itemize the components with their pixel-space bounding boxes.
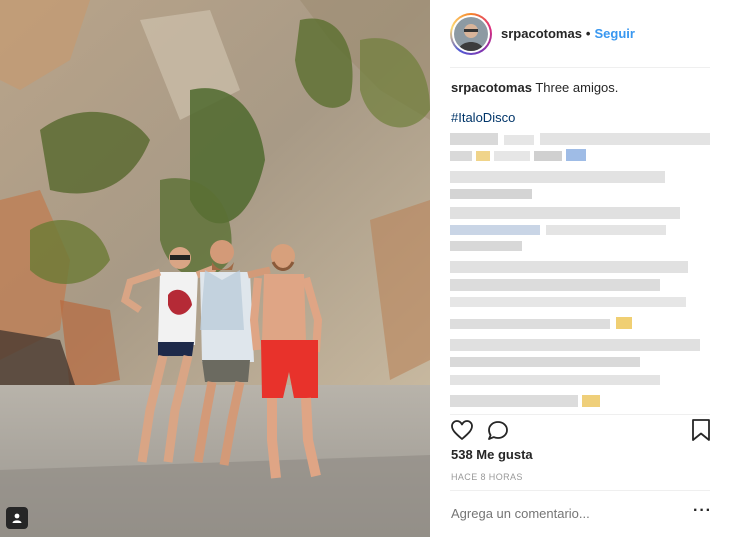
like-button[interactable]	[450, 418, 474, 447]
like-count[interactable]: 538 Me gusta	[451, 447, 533, 462]
save-button[interactable]	[690, 418, 712, 447]
tagged-people-button[interactable]	[6, 507, 28, 529]
post-panel: srpacotomas • Seguir srpacotomas Three a…	[430, 0, 730, 537]
comment-input[interactable]	[451, 506, 656, 521]
post-header: srpacotomas • Seguir	[430, 0, 730, 67]
follow-button[interactable]: Seguir	[594, 26, 634, 41]
heart-icon	[451, 420, 473, 440]
header-username[interactable]: srpacotomas	[501, 26, 582, 41]
post-caption: srpacotomas Three amigos.	[451, 79, 618, 97]
post-actions	[450, 418, 712, 444]
avatar	[454, 16, 488, 51]
bookmark-icon	[692, 419, 710, 441]
comment-button[interactable]	[486, 418, 510, 447]
caption-text: Three amigos.	[535, 80, 619, 95]
post-photo[interactable]	[0, 0, 430, 537]
divider	[450, 67, 710, 68]
comment-bubble-icon	[488, 421, 508, 440]
divider	[450, 490, 710, 491]
caption-username[interactable]: srpacotomas	[451, 80, 532, 95]
hashtag-link[interactable]: #ItaloDisco	[451, 110, 515, 125]
post-timestamp[interactable]: HACE 8 HORAS	[451, 472, 523, 482]
person-tag-icon	[12, 513, 22, 523]
divider	[450, 414, 710, 415]
beach-photo-illustration	[0, 0, 430, 537]
avatar-story-ring[interactable]	[450, 12, 492, 55]
blurred-comments	[450, 133, 710, 407]
separator-dot: •	[585, 26, 591, 41]
more-options-button[interactable]: ···	[693, 502, 712, 520]
